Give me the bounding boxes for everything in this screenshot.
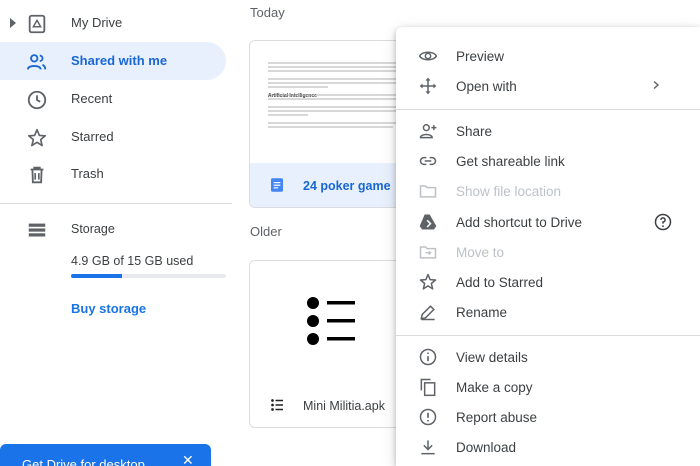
section-label-today: Today [250,5,285,20]
move-arrows-icon [419,77,437,95]
trash-icon [30,166,44,184]
menu-item-share[interactable]: Share [396,116,700,146]
menu-item-label: Preview [456,49,505,64]
close-icon[interactable]: ✕ [182,452,194,466]
google-doc-icon [271,178,283,192]
menu-item-label: Share [456,124,493,139]
menu-item-label: Show file location [456,184,562,199]
menu-item-report-abuse[interactable]: Report abuse [396,402,700,432]
pencil-icon [420,305,435,321]
menu-item-label: Add to Starred [456,275,544,290]
link-icon [419,156,437,166]
menu-item-show-file-location: Show file location [396,176,700,206]
context-menu: Preview Open with Share Get shareable li… [396,27,700,466]
people-icon [26,54,47,70]
file-card-footer: 24 poker game [250,163,408,207]
menu-item-label: Get shareable link [456,154,565,169]
sidebar-item-trash[interactable]: Trash [0,155,226,193]
menu-item-label: Download [456,440,517,455]
sidebar-item-recent[interactable]: Recent [0,80,226,118]
download-icon [421,440,435,455]
sidebar-item-label: My Drive [71,15,123,30]
sidebar: My Drive Shared with me Recent Starred T… [0,0,232,466]
sidebar-divider [0,203,232,204]
expand-caret-icon[interactable] [10,18,16,28]
sidebar-item-label: Trash [71,166,104,181]
storage-progress-fill [71,274,123,278]
menu-item-add-to-starred[interactable]: Add to Starred [396,267,700,297]
menu-item-preview[interactable]: Preview [396,41,700,71]
menu-item-get-shareable-link[interactable]: Get shareable link [396,146,700,176]
info-icon [419,348,437,366]
menu-item-label: Move to [456,245,505,260]
file-card-footer: Mini Militia.apk [250,383,408,427]
menu-divider [396,109,700,110]
list-icon [271,399,283,411]
copy-icon [420,378,436,397]
doc-text-lines [268,62,406,128]
folder-move-icon [419,246,437,259]
file-card[interactable]: Mini Militia.apk [249,260,409,428]
menu-item-view-details[interactable]: View details [396,342,700,372]
banner-label: Get Drive for desktop [22,457,145,466]
menu-item-label: View details [456,350,528,365]
menu-item-move-to: Move to [396,237,700,267]
sidebar-item-my-drive[interactable]: My Drive [0,4,226,42]
file-card[interactable]: Artificial Intelligence 24 poker game [249,40,409,208]
menu-item-label: Open with [456,79,517,94]
chevron-right-icon [653,81,660,89]
file-thumbnail [250,261,408,383]
menu-item-rename[interactable]: Rename [396,297,700,327]
menu-item-download[interactable]: Download [396,432,700,462]
storage-used-text: 4.9 GB of 15 GB used [71,254,194,268]
eye-icon [418,51,438,61]
section-label-older: Older [250,224,282,239]
get-drive-for-desktop-banner[interactable]: Get Drive for desktop ✕ [0,444,211,466]
menu-item-label: Add shortcut to Drive [456,215,583,230]
menu-divider [396,335,700,336]
sidebar-item-label: Shared with me [71,53,168,68]
menu-item-label: Report abuse [456,410,538,425]
buy-storage-link[interactable]: Buy storage [71,301,146,316]
sidebar-item-shared-with-me[interactable]: Shared with me [0,42,226,80]
alert-icon [419,408,437,426]
drive-icon [28,14,46,34]
file-thumbnail: Artificial Intelligence [250,41,408,163]
storage-icon [28,223,46,237]
sidebar-item-storage[interactable]: Storage [0,213,232,253]
storage-progress-bar [71,274,226,278]
menu-item-label: Make a copy [456,380,533,395]
menu-item-make-a-copy[interactable]: Make a copy [396,372,700,402]
menu-item-add-shortcut-to-drive[interactable]: Add shortcut to Drive [396,207,700,237]
storage-label: Storage [71,222,115,236]
sidebar-item-label: Recent [71,91,113,106]
menu-item-label: Rename [456,305,508,320]
sidebar-item-starred[interactable]: Starred [0,118,226,156]
file-name: 24 poker game [303,179,391,193]
folder-icon [419,185,437,198]
sidebar-item-label: Starred [71,129,114,144]
menu-item-open-with[interactable]: Open with [396,71,700,101]
help-icon[interactable] [653,212,673,232]
list-large-icon [307,297,355,345]
star-icon [419,273,437,290]
drive-shortcut-icon [419,214,437,230]
star-icon [27,128,47,147]
person-add-icon [419,124,437,139]
clock-icon [27,90,47,110]
file-name: Mini Militia.apk [303,399,385,413]
